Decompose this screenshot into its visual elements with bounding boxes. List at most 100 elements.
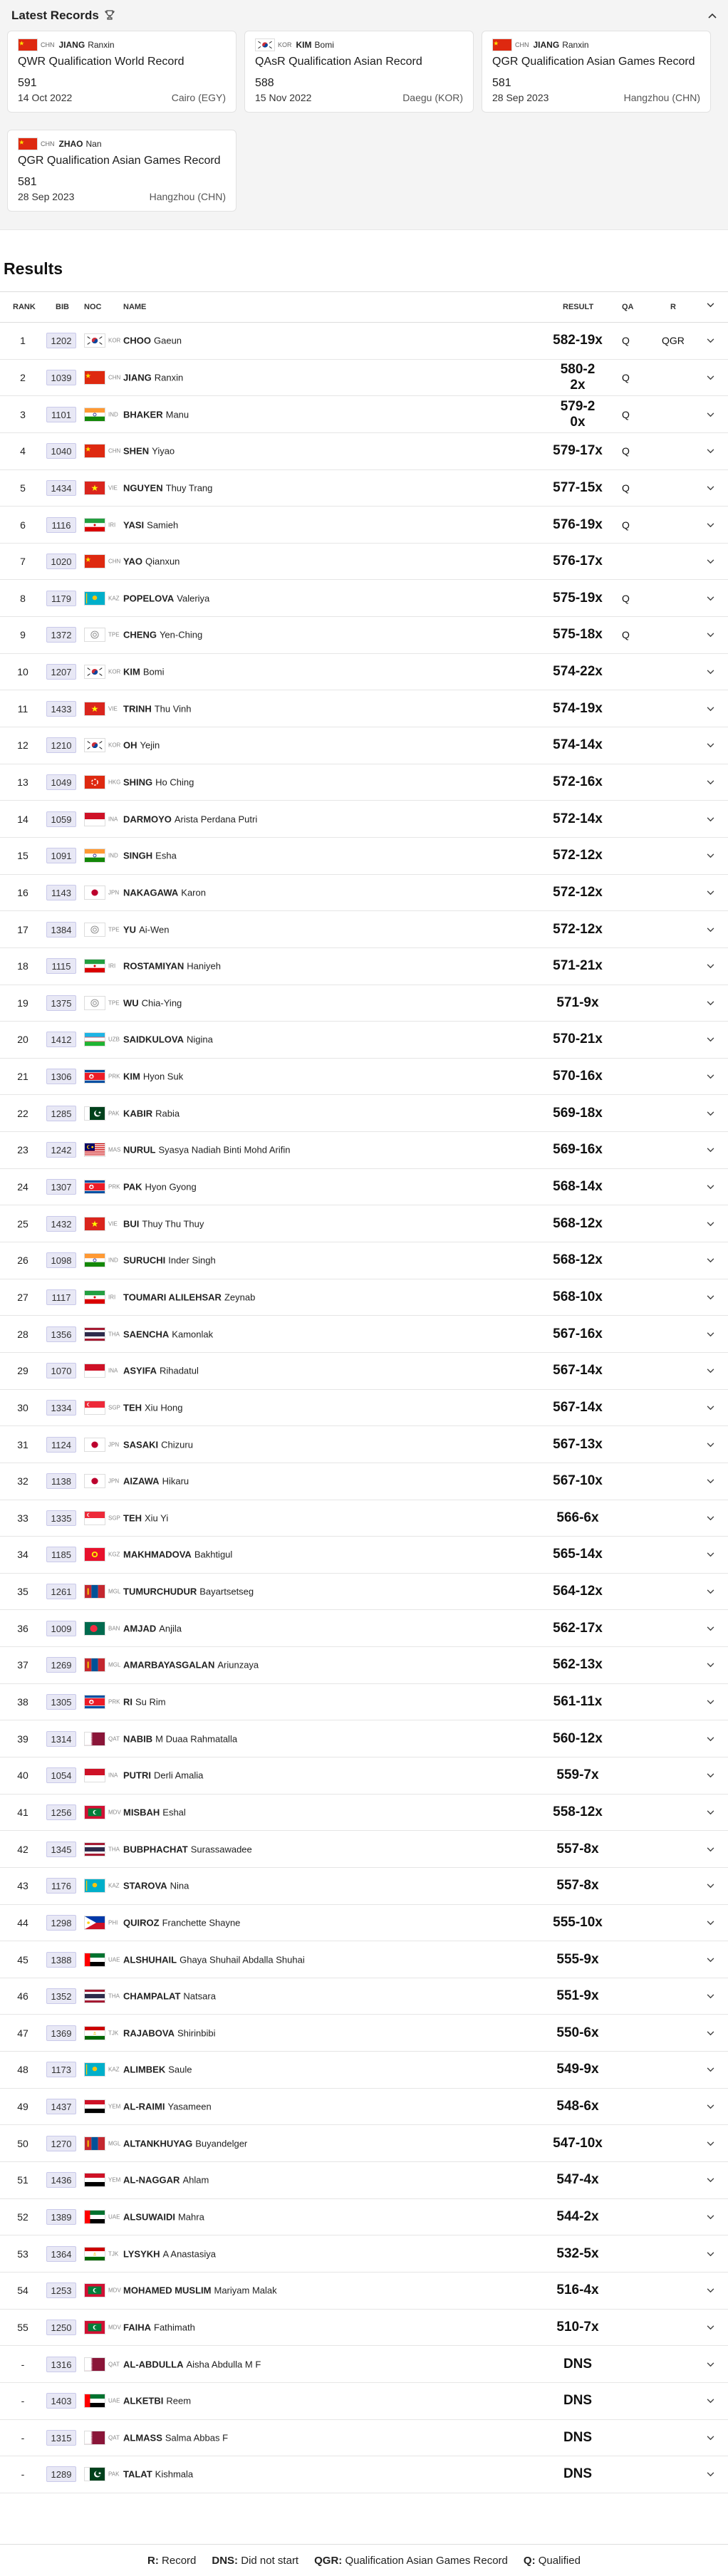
chevron-down-icon[interactable] [707,1624,714,1634]
table-row[interactable]: 53 1364 TJK LYSYKH A Anastasiya 532-5x [0,2235,728,2273]
chevron-down-icon[interactable] [707,740,714,750]
chevron-up-icon[interactable] [708,9,717,21]
chevron-down-icon[interactable] [707,1697,714,1707]
chevron-down-icon[interactable] [707,1071,714,1081]
chevron-down-icon[interactable] [707,336,714,346]
athlete-name[interactable]: SASAKI Chizuru [123,1439,193,1450]
name-header[interactable]: NAME [123,303,146,311]
chevron-down-icon[interactable] [707,1292,714,1302]
table-row[interactable]: 8 1179 KAZ POPELOVA Valeriya 575-19x Q [0,580,728,618]
chevron-down-icon[interactable] [707,1660,714,1670]
latest-records-header[interactable]: Latest Records [0,0,728,31]
chevron-down-icon[interactable] [707,373,714,383]
chevron-down-icon[interactable] [707,1844,714,1854]
table-row[interactable]: 46 1352 THA CHAMPALAT Natsara 551-9x [0,1978,728,2015]
qa-header[interactable]: QA [622,303,634,311]
table-row[interactable]: 10 1207 KOR KIM Bomi 574-22x [0,654,728,691]
athlete-name[interactable]: ASYIFA Rihadatul [123,1366,199,1376]
athlete-name[interactable]: WU Chia-Ying [123,997,182,1008]
chevron-down-icon[interactable] [707,777,714,787]
athlete-name[interactable]: DARMOYO Arista Perdana Putri [123,814,257,824]
athlete-name[interactable]: KIM Bomi [123,667,164,677]
table-row[interactable]: 16 1143 JPN NAKAGAWA Karon 572-12x [0,875,728,912]
chevron-down-icon[interactable] [707,630,714,640]
athlete-name[interactable]: POPELOVA Valeriya [123,593,209,603]
chevron-down-icon[interactable] [707,2212,714,2222]
table-row[interactable]: 13 1049 HKG SHING Ho Ching 572-16x [0,764,728,801]
table-row[interactable]: 29 1070 INA ASYIFA Rihadatul 567-14x [0,1353,728,1390]
table-row[interactable]: 21 1306 PRK KIM Hyon Suk 570-16x [0,1059,728,1096]
chevron-down-icon[interactable] [707,1807,714,1817]
result-header[interactable]: RESULT [563,303,593,311]
athlete-name[interactable]: TALAT Kishmala [123,2469,193,2480]
athlete-name[interactable]: NGUYEN Thuy Trang [123,482,212,493]
chevron-down-icon[interactable] [707,2139,714,2149]
table-row[interactable]: 1 1202 KOR CHOO Gaeun 582-19x Q QGR [0,323,728,360]
athlete-name[interactable]: MISBAH Eshal [123,1807,186,1817]
table-row[interactable]: 43 1176 KAZ STAROVA Nina 557-8x [0,1868,728,1905]
table-row[interactable]: 38 1305 PRK RI Su Rim 561-11x [0,1684,728,1721]
table-row[interactable]: 26 1098 IND SURUCHI Inder Singh 568-12x [0,1242,728,1279]
athlete-name[interactable]: AL-ABDULLA Aisha Abdulla M F [123,2359,261,2369]
chevron-down-icon[interactable] [707,1440,714,1450]
chevron-down-icon[interactable] [707,1219,714,1229]
chevron-down-icon[interactable] [707,888,714,898]
athlete-name[interactable]: ROSTAMIYAN Haniyeh [123,961,221,972]
table-row[interactable]: 36 1009 BAN AMJAD Anjila 562-17x [0,1610,728,1648]
chevron-down-icon[interactable] [707,667,714,677]
table-row[interactable]: 25 1432 VIE BUI Thuy Thu Thuy 568-12x [0,1205,728,1243]
table-row[interactable]: 47 1369 TJK RAJABOVA Shirinbibi 550-6x [0,2015,728,2052]
table-row[interactable]: 45 1388 UAE ALSHUHAIL Ghaya Shuhail Abdalla … [0,1941,728,1978]
table-row[interactable]: 22 1285 PAK KABIR Rabia 569-18x [0,1095,728,1133]
table-row[interactable]: 52 1389 UAE ALSUWAIDI Mahra 544-2x [0,2199,728,2236]
table-row[interactable]: 44 1298 PHI QUIROZ Franchette Shayne 555-10x [0,1905,728,1942]
chevron-down-icon[interactable] [707,1955,714,1965]
chevron-down-icon[interactable] [707,446,714,456]
athlete-name[interactable]: TUMURCHUDUR Bayartsetseg [123,1586,254,1597]
table-row[interactable]: 40 1054 INA PUTRI Derli Amalia 559-7x [0,1757,728,1795]
chevron-down-icon[interactable] [707,2433,714,2443]
rank-header[interactable]: RANK [13,303,36,311]
chevron-down-icon[interactable] [707,2028,714,2038]
chevron-down-icon[interactable] [707,301,714,310]
athlete-name[interactable]: AMJAD Anjila [123,1623,182,1634]
table-row[interactable]: 34 1185 KGZ MAKHMADOVA Bakhtigul 565-14x [0,1537,728,1574]
table-row[interactable]: 30 1334 SGP TEH Xiu Hong 567-14x [0,1390,728,1427]
table-row[interactable]: 50 1270 MGL ALTANKHUYAG Buyandelger 547-10x [0,2125,728,2163]
chevron-down-icon[interactable] [707,1881,714,1891]
table-row[interactable]: 12 1210 KOR OH Yejin 574-14x [0,727,728,764]
chevron-down-icon[interactable] [707,483,714,493]
athlete-name[interactable]: ALIMBEK Saule [123,2065,192,2075]
table-row[interactable]: 28 1356 THA SAENCHA Kamonlak 567-16x [0,1316,728,1353]
athlete-name[interactable]: SHEN Yiyao [123,446,175,457]
table-row[interactable]: 15 1091 IND SINGH Esha 572-12x [0,838,728,875]
noc-header[interactable]: NOC [84,303,101,311]
chevron-down-icon[interactable] [707,1586,714,1596]
athlete-name[interactable]: YU Ai-Wen [123,924,169,935]
athlete-name[interactable]: TEH Xiu Hong [123,1402,182,1413]
table-row[interactable]: 7 1020 CHN YAO Qianxun 576-17x [0,544,728,581]
athlete-name[interactable]: NAKAGAWA Karon [123,887,206,898]
athlete-name[interactable]: AIZAWA Hikaru [123,1476,189,1487]
table-row[interactable]: 19 1375 TPE WU Chia-Ying 571-9x [0,985,728,1022]
chevron-down-icon[interactable] [707,2102,714,2112]
table-row[interactable]: 6 1116 IRI YASI Samieh 576-19x Q [0,507,728,544]
athlete-name[interactable]: SURUCHI Inder Singh [123,1255,216,1266]
athlete-name[interactable]: LYSYKH A Anastasiya [123,2248,216,2259]
chevron-down-icon[interactable] [707,1403,714,1413]
table-row[interactable]: - 1403 UAE ALKETBI Reem DNS [0,2383,728,2420]
chevron-down-icon[interactable] [707,1476,714,1486]
athlete-name[interactable]: KABIR Rabia [123,1108,180,1118]
table-row[interactable]: 37 1269 MGL AMARBAYASGALAN Ariunzaya 562-13x [0,1647,728,1684]
athlete-name[interactable]: OH Yejin [123,740,160,751]
chevron-down-icon[interactable] [707,520,714,530]
athlete-name[interactable]: PUTRI Derli Amalia [123,1770,203,1781]
table-row[interactable]: 4 1040 CHN SHEN Yiyao 579-17x Q [0,433,728,470]
chevron-down-icon[interactable] [707,2285,714,2295]
athlete-name[interactable]: AL-NAGGAR Ahlam [123,2175,209,2186]
table-row[interactable]: - 1289 PAK TALAT Kishmala DNS [0,2456,728,2493]
chevron-down-icon[interactable] [707,1549,714,1559]
table-row[interactable]: - 1316 QAT AL-ABDULLA Aisha Abdulla M F DNS [0,2346,728,2383]
athlete-name[interactable]: AMARBAYASGALAN Ariunzaya [123,1660,259,1671]
athlete-name[interactable]: ALSUWAIDI Mahra [123,2211,204,2222]
